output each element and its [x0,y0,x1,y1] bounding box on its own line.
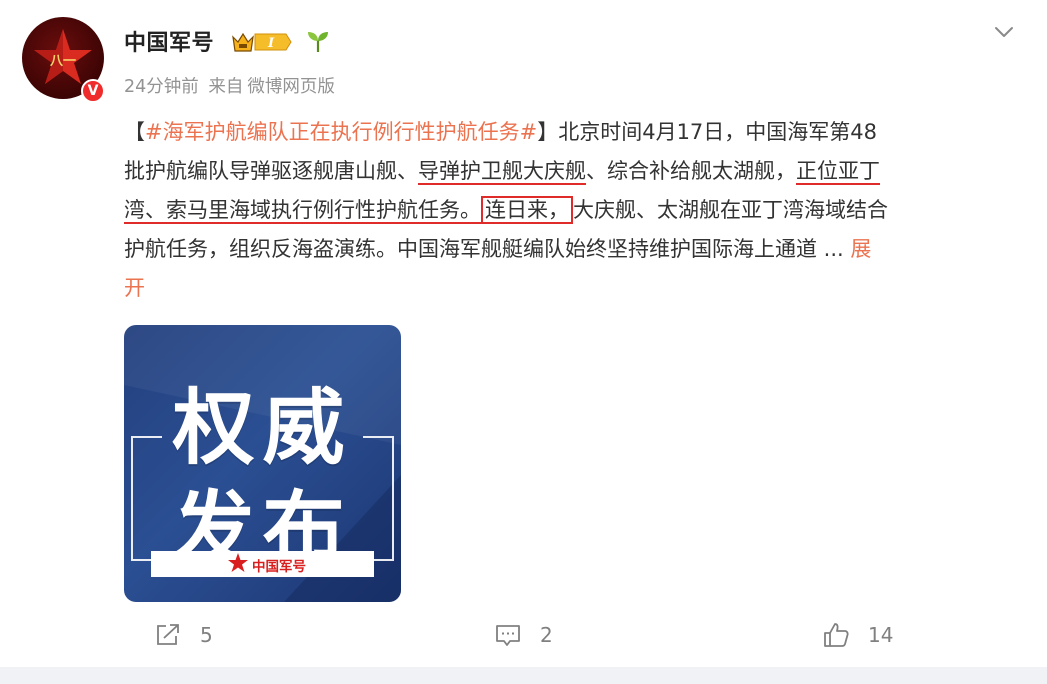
text-segment: 护航任务，组织反海盗演练。中国海军舰艇编队始终坚持维护国际海上通道 [124,237,817,261]
expand-link-cont[interactable]: 开 [124,276,145,300]
text-segment: 、综合补给舰太湖舰， [586,159,796,183]
author-name[interactable]: 中国军号 [124,25,214,57]
red-star-icon [228,553,248,572]
post-text-line-3: 湾、索马里海域执行例行性护航任务。 连日来， 大庆舰、太湖舰在亚丁湾海域结合 [124,191,1024,230]
underlined-phrase: 正位亚丁 [796,159,880,183]
comment-icon [496,625,520,646]
post-meta: 24分钟前 来自 微博网页版 [124,73,339,98]
verified-badge: V [81,79,105,103]
post-text-line-4: 护航任务，组织反海盗演练。中国海军舰艇编队始终坚持维护国际海上通道 ... 展 [124,230,1024,269]
post-time[interactable]: 24分钟前 [124,77,199,97]
crown-vip-icon[interactable]: I [231,29,293,55]
expand-link[interactable]: 展 [850,237,871,261]
feed-divider [0,667,1047,684]
like-count: 14 [868,623,894,647]
thumbs-up-icon [824,623,849,647]
post-source[interactable]: 微博网页版 [247,77,335,97]
hashtag-link[interactable]: #海军护航编队正在执行例行性护航任务# [145,120,537,144]
post-text-line-2: 批护航编队导弹驱逐舰唐山舰、导弹护卫舰大庆舰、综合补给舰太湖舰，正位亚丁 [124,152,1024,191]
text-segment: 批护航编队导弹驱逐舰唐山舰、 [124,159,418,183]
like-button[interactable]: 14 [822,620,893,650]
underlined-phrase: 湾、索马里海域执行例行性护航任务。 [124,198,481,222]
post-text: 【#海军护航编队正在执行例行性护航任务#】北京时间4月17日，中国海军第48 批… [124,113,1024,308]
source-prefix: 来自 [208,77,244,97]
comment-count: 2 [540,623,553,647]
repost-button[interactable]: 5 [154,620,213,650]
comment-button[interactable]: 2 [494,620,553,650]
underlined-phrase: 导弹护卫舰大庆舰 [418,159,586,183]
bracket-open: 【 [124,120,145,144]
post-text-line-1: 【#海军护航编队正在执行例行性护航任务#】北京时间4月17日，中国海军第48 [124,113,1024,152]
repost-count: 5 [200,623,213,647]
text-segment: 大庆舰、太湖舰在亚丁湾海域结合 [573,198,888,222]
svg-text:八一: 八一 [49,54,76,69]
repost-icon [157,624,179,645]
image-logo-bar: 中国军号 [151,551,374,577]
vip-level: I [267,36,275,51]
post-image[interactable]: 权威 发布 中国军号 [124,325,401,602]
text-segment: 】北京时间4月17日，中国海军第48 [537,120,878,144]
sprout-icon [308,32,328,52]
chevron-down-icon[interactable] [992,22,1016,42]
ellipsis: ... [817,237,844,261]
image-logo-text: 中国军号 [252,559,306,575]
post-text-line-5: 开 [124,269,1024,308]
boxed-phrase: 连日来， [481,196,573,224]
